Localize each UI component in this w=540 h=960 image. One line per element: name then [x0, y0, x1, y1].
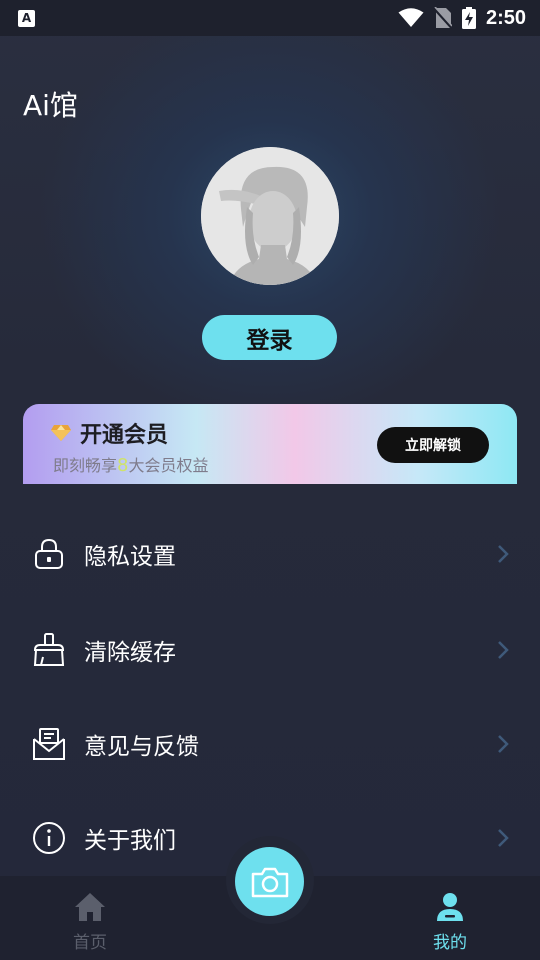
- vip-subtitle-suffix: 大会员权益: [128, 456, 209, 475]
- chevron-right-icon: [498, 641, 509, 659]
- tab-mine[interactable]: 我的: [400, 876, 500, 960]
- status-bar: A 2:50: [0, 0, 540, 36]
- vip-subtitle: 即刻畅享8大会员权益: [53, 452, 208, 476]
- no-sim-icon: [433, 7, 452, 29]
- vip-title: 开通会员: [80, 423, 169, 448]
- unlock-vip-button[interactable]: 立即解锁: [377, 427, 489, 463]
- menu-item-feedback[interactable]: 意见与反馈: [0, 704, 540, 784]
- info-icon: [33, 822, 65, 854]
- default-avatar-icon: [201, 147, 339, 285]
- vip-benefit-count: 8: [117, 455, 129, 476]
- tab-home-label: 首页: [73, 933, 107, 953]
- tab-mine-label: 我的: [433, 933, 467, 953]
- user-icon: [437, 893, 463, 921]
- chevron-right-icon: [498, 545, 509, 563]
- diamond-icon: [51, 425, 71, 441]
- vip-banner[interactable]: 开通会员 即刻畅享8大会员权益 立即解锁: [23, 404, 517, 484]
- menu-item-privacy-settings[interactable]: 隐私设置: [0, 514, 540, 594]
- vip-subtitle-prefix: 即刻畅享: [53, 456, 118, 475]
- tab-home[interactable]: 首页: [40, 876, 140, 960]
- battery-charging-icon: [461, 7, 476, 29]
- login-button[interactable]: 登录: [202, 315, 337, 360]
- home-icon: [75, 893, 105, 921]
- camera-button[interactable]: [235, 847, 304, 916]
- status-time: 2:50: [485, 6, 526, 29]
- avatar[interactable]: [201, 147, 339, 285]
- broom-icon: [33, 633, 65, 666]
- chevron-right-icon: [498, 829, 509, 847]
- menu-label: 意见与反馈: [84, 734, 199, 760]
- lock-icon: [35, 538, 63, 569]
- menu-label: 清除缓存: [84, 640, 176, 666]
- menu-item-clear-cache[interactable]: 清除缓存: [0, 610, 540, 690]
- vip-title-row: 开通会员: [50, 417, 168, 449]
- mail-icon: [33, 728, 65, 760]
- app-notification-icon: A: [18, 9, 35, 27]
- wifi-icon: [398, 8, 424, 27]
- menu-label: 关于我们: [84, 828, 176, 854]
- camera-icon: [251, 867, 288, 897]
- chevron-right-icon: [498, 735, 509, 753]
- menu-label: 隐私设置: [84, 544, 176, 570]
- page-title: Ai馆: [23, 89, 78, 122]
